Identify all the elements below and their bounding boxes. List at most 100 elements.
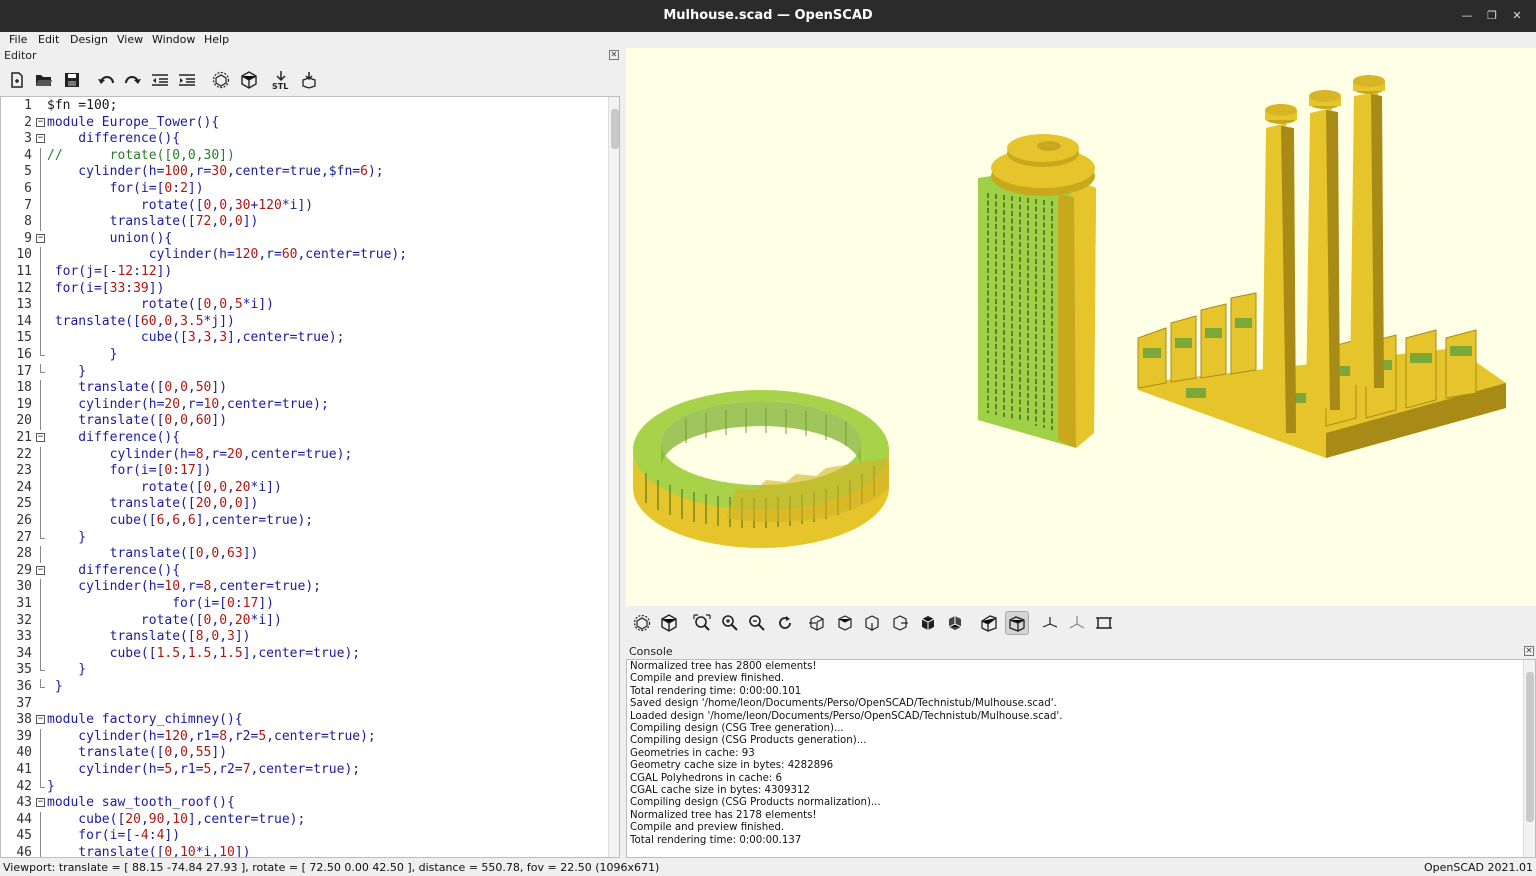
send-to-printer-icon[interactable] [299, 70, 319, 90]
code-line[interactable]: 34 cube([1.5,1.5,1.5],center=true); [1, 645, 609, 663]
view-all-icon[interactable] [692, 613, 712, 633]
console-close-icon[interactable]: ✕ [1524, 646, 1534, 656]
fold-toggle-icon[interactable]: − [36, 134, 45, 144]
code-line[interactable]: 7 rotate([0,0,30+120*i]) [1, 197, 609, 215]
code-line[interactable]: 27 } [1, 529, 609, 547]
code-line[interactable]: 13 rotate([0,0,5*i]) [1, 297, 609, 314]
code-line[interactable]: 40 translate([0,0,55]) [1, 745, 609, 762]
menu-file[interactable]: File [9, 33, 27, 46]
fold-toggle-icon[interactable]: − [36, 565, 45, 575]
code-line[interactable]: 42} [1, 778, 609, 796]
code-line[interactable]: 25 translate([20,0,0]) [1, 496, 609, 513]
editor-scroll-thumb[interactable] [611, 109, 619, 149]
code-line[interactable]: 30 cylinder(h=10,r=8,center=true); [1, 579, 609, 596]
zoom-in-icon[interactable] [720, 613, 740, 633]
code-line[interactable]: 36 } [1, 679, 609, 696]
undo-icon[interactable] [96, 70, 116, 90]
console-scroll-thumb[interactable] [1526, 672, 1534, 822]
code-line[interactable]: 2− module Europe_Tower(){ [1, 115, 609, 132]
editor-scrollbar[interactable] [608, 97, 619, 857]
code-line[interactable]: 6 for(i=[0:2]) [1, 181, 609, 198]
code-line[interactable]: 3− difference(){ [1, 131, 609, 148]
fold-toggle-icon[interactable]: − [36, 117, 45, 127]
minimize-icon[interactable]: — [1458, 7, 1476, 25]
fold-toggle-icon[interactable]: − [36, 798, 45, 808]
code-line[interactable]: 17 } [1, 363, 609, 381]
code-line[interactable]: 20 translate([0,0,60]) [1, 413, 609, 430]
console-output[interactable]: Normalized tree has 2800 elements! Compil… [626, 659, 1536, 858]
menu-design[interactable]: Design [70, 33, 108, 46]
code-line[interactable]: 1 $fn =100; [1, 98, 609, 115]
show-edges-icon[interactable] [1094, 613, 1114, 633]
view-top-icon[interactable] [835, 613, 855, 633]
editor-close-icon[interactable]: ✕ [609, 50, 619, 60]
preview-icon[interactable] [632, 613, 652, 633]
code-line[interactable]: 33 translate([8,0,3]) [1, 629, 609, 646]
save-icon[interactable] [62, 70, 82, 90]
unindent-icon[interactable] [150, 70, 170, 90]
show-axes-icon[interactable] [1040, 613, 1060, 633]
code-line[interactable]: 45 for(i=[-4:4]) [1, 828, 609, 845]
code-line[interactable]: 37 [1, 696, 609, 713]
code-line[interactable]: 41 cylinder(h=5,r1=5,r2=7,center=true); [1, 762, 609, 779]
code-line[interactable]: 16 } [1, 347, 609, 364]
code-line[interactable]: 39 cylinder(h=120,r1=8,r2=5,center=true)… [1, 728, 609, 746]
menu-window[interactable]: Window [152, 33, 195, 46]
view-left-icon[interactable] [890, 613, 910, 633]
code-line[interactable]: 24 rotate([0,0,20*i]) [1, 479, 609, 497]
restore-icon[interactable]: ❐ [1483, 7, 1501, 25]
code-line[interactable]: 18 translate([0,0,50]) [1, 380, 609, 397]
close-icon[interactable]: ✕ [1508, 7, 1526, 25]
code-line[interactable]: 44 cube([20,90,10],center=true); [1, 811, 609, 829]
new-file-icon[interactable] [7, 70, 27, 90]
code-line[interactable]: 31 for(i=[0:17]) [1, 596, 609, 613]
code-line[interactable]: 35 } [1, 662, 609, 679]
zoom-out-icon[interactable] [747, 613, 767, 633]
code-line[interactable]: 23 for(i=[0:17]) [1, 463, 609, 480]
console-scrollbar[interactable] [1523, 660, 1535, 857]
code-line[interactable]: 28 translate([0,0,63]) [1, 546, 609, 563]
menu-edit[interactable]: Edit [38, 33, 59, 46]
code-line[interactable]: 5 cylinder(h=100,r=30,center=true,$fn=6)… [1, 164, 609, 181]
code-line[interactable]: 12 for(i=[33:39]) [1, 280, 609, 298]
export-stl-icon[interactable]: STL [271, 70, 291, 90]
code-line[interactable]: 4 // rotate([0,0,30]) [1, 147, 609, 165]
code-line[interactable]: 43− module saw_tooth_roof(){ [1, 795, 609, 812]
code-line[interactable]: 21− difference(){ [1, 430, 609, 447]
menu-help[interactable]: Help [204, 33, 229, 46]
fold-toggle-icon[interactable]: − [36, 233, 45, 243]
code-line[interactable]: 32 rotate([0,0,20*i]) [1, 612, 609, 630]
code-line[interactable]: 22 cylinder(h=8,r=20,center=true); [1, 446, 609, 464]
code-line[interactable]: 46 translate([0,10*i,10]) [1, 845, 609, 857]
redo-icon[interactable] [123, 70, 143, 90]
fold-toggle-icon[interactable]: − [36, 433, 45, 442]
code-line[interactable]: 19 cylinder(h=20,r=10,center=true); [1, 396, 609, 414]
code-line[interactable]: 10 cylinder(h=120,r=60,center=true); [1, 247, 609, 264]
menu-view[interactable]: View [117, 33, 143, 46]
open-file-icon[interactable] [34, 70, 54, 90]
code-line[interactable]: 26 cube([6,6,6],center=true); [1, 513, 609, 530]
render-icon[interactable] [659, 613, 679, 633]
indent-icon[interactable] [177, 70, 197, 90]
code-editor[interactable]: 1 $fn =100; 2− module Europe_Tower(){3− dif… [0, 96, 620, 858]
code-line[interactable]: 8 translate([72,0,0]) [1, 214, 609, 231]
orthogonal-icon[interactable] [1005, 611, 1029, 635]
view-back-icon[interactable] [945, 613, 965, 633]
reset-view-icon[interactable] [775, 613, 795, 633]
code-line[interactable]: 15 cube([3,3,3],center=true); [1, 330, 609, 347]
view-front-icon[interactable] [918, 613, 938, 633]
code-line[interactable]: 11 for(j=[-12:12]) [1, 264, 609, 281]
code-line[interactable]: 29− difference(){ [1, 563, 609, 580]
code-line[interactable]: 38− module factory_chimney(){ [1, 712, 609, 729]
preview-icon[interactable] [211, 70, 231, 90]
fold-guide [40, 596, 41, 613]
code-line[interactable]: 9− union(){ [1, 231, 609, 248]
render-icon[interactable] [239, 70, 259, 90]
perspective-icon[interactable] [979, 613, 999, 633]
3d-viewport[interactable] [626, 48, 1536, 606]
code-line[interactable]: 14 translate([60,0,3.5*j]) [1, 313, 609, 331]
view-right-icon[interactable] [807, 613, 827, 633]
fold-toggle-icon[interactable]: − [36, 715, 45, 725]
view-bottom-icon[interactable] [862, 613, 882, 633]
show-scale-icon[interactable] [1067, 613, 1087, 633]
